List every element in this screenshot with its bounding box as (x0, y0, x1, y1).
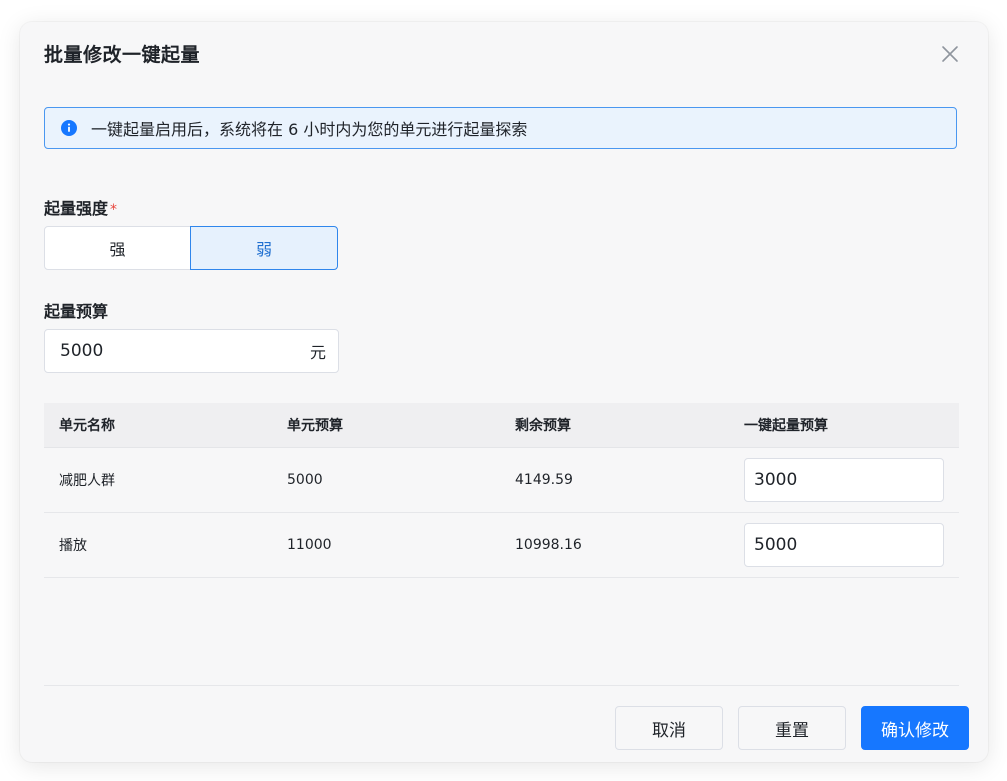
unit-table: 单元名称 单元预算 剩余预算 一键起量预算 减肥人群 5000 4149.59 … (44, 403, 959, 578)
confirm-button[interactable]: 确认修改 (861, 706, 969, 750)
info-icon (61, 120, 77, 136)
column-header-boost-budget: 一键起量预算 (744, 418, 828, 434)
unit-name-cell: 播放 (59, 538, 87, 554)
intensity-option-strong[interactable]: 强 (44, 226, 191, 270)
unit-budget-cell: 11000 (287, 537, 332, 553)
close-icon[interactable] (938, 42, 962, 66)
table-header: 单元名称 单元预算 剩余预算 一键起量预算 (44, 403, 959, 448)
remaining-budget-cell: 10998.16 (515, 537, 582, 553)
boost-budget-input[interactable]: 5000 (744, 523, 944, 567)
column-header-remaining-budget: 剩余预算 (515, 418, 571, 434)
footer-divider (44, 685, 959, 686)
table-row: 减肥人群 5000 4149.59 3000 (44, 448, 959, 513)
budget-input-value: 5000 (60, 341, 104, 361)
intensity-option-weak[interactable]: 弱 (190, 226, 338, 270)
dialog-title: 批量修改一键起量 (44, 44, 201, 66)
required-mark: * (110, 202, 118, 218)
info-alert: 一键起量启用后，系统将在 6 小时内为您的单元进行起量探索 (44, 107, 957, 149)
unit-name-cell: 减肥人群 (59, 473, 115, 489)
reset-button[interactable]: 重置 (738, 706, 846, 750)
column-header-unit-name: 单元名称 (59, 418, 115, 434)
unit-budget-cell: 5000 (287, 472, 323, 488)
budget-label: 起量预算 (44, 302, 109, 321)
remaining-budget-cell: 4149.59 (515, 472, 573, 488)
table-row: 播放 11000 10998.16 5000 (44, 513, 959, 578)
batch-edit-dialog: 批量修改一键起量 一键起量启用后，系统将在 6 小时内为您的单元进行起量探索 起… (20, 22, 988, 762)
intensity-segmented-control: 强 弱 (44, 226, 338, 270)
intensity-label: 起量强度 * (44, 195, 117, 219)
intensity-label-text: 起量强度 (44, 199, 109, 218)
alert-text: 一键起量启用后，系统将在 6 小时内为您的单元进行起量探索 (91, 120, 528, 139)
budget-unit: 元 (309, 343, 326, 362)
budget-input[interactable]: 5000 元 (44, 329, 339, 373)
boost-budget-input[interactable]: 3000 (744, 458, 944, 502)
cancel-button[interactable]: 取消 (615, 706, 723, 750)
column-header-unit-budget: 单元预算 (287, 418, 343, 434)
